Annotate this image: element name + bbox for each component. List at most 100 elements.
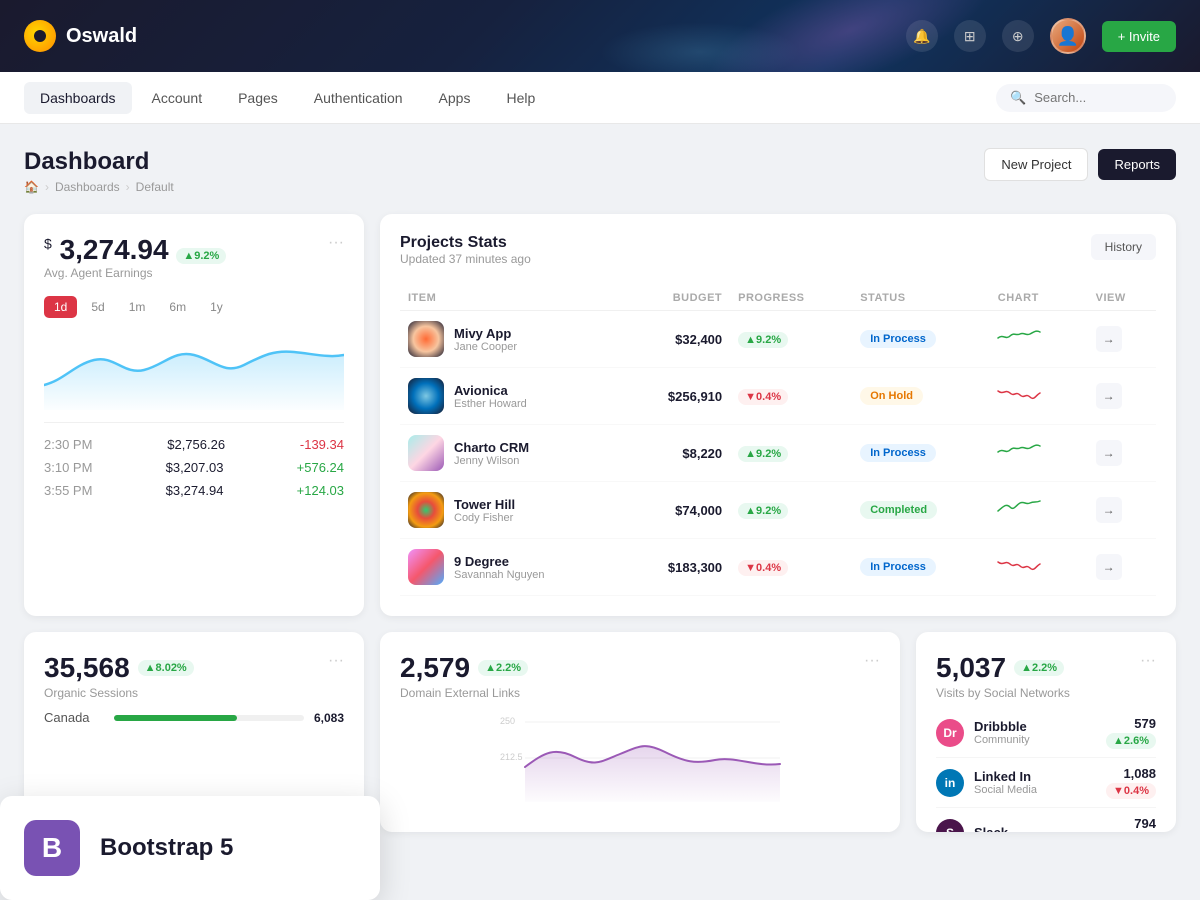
share-icon[interactable]: ⊕ [1002, 20, 1034, 52]
col-budget: BUDGET [626, 286, 730, 311]
earnings-header: $ 3,274.94 ▲9.2% Avg. Agent Earnings ··· [44, 234, 344, 292]
organic-more-icon[interactable]: ··· [328, 652, 344, 670]
reports-button[interactable]: Reports [1098, 149, 1176, 180]
earnings-row-3: 3:55 PM $3,274.94 +124.03 [44, 479, 344, 502]
project-item-0: Mivy App Jane Cooper [400, 311, 626, 368]
notifications-icon[interactable]: 🔔 [906, 20, 938, 52]
social-item-1: in Linked In Social Media 1,088 ▼0.4% [936, 758, 1156, 808]
project-status-4: In Process [852, 539, 990, 596]
project-view-4[interactable]: → [1088, 539, 1156, 596]
social-label: Visits by Social Networks [936, 686, 1070, 700]
tab-5d[interactable]: 5d [81, 296, 114, 318]
project-view-1[interactable]: → [1088, 368, 1156, 425]
project-chart-3 [990, 482, 1088, 539]
domain-more-icon[interactable]: ··· [864, 652, 880, 670]
social-amount: 5,037 ▲2.2% [936, 652, 1070, 684]
view-button-0[interactable]: → [1096, 326, 1122, 352]
project-budget-1: $256,910 [626, 368, 730, 425]
project-item-4: 9 Degree Savannah Nguyen [400, 539, 626, 596]
col-status: STATUS [852, 286, 990, 311]
organic-badge: ▲8.02% [138, 660, 194, 676]
col-progress: PROGRESS [730, 286, 852, 311]
progress-badge-1: ▼0.4% [738, 389, 788, 405]
search-input[interactable] [1034, 90, 1162, 105]
tab-1d[interactable]: 1d [44, 296, 77, 318]
social-stats-2: 794 ▲0.2% [1106, 816, 1156, 832]
amount-3: $3,274.94 [166, 483, 224, 498]
change-2: +576.24 [297, 460, 344, 475]
project-name-0: Mivy App [454, 326, 517, 341]
nav-item-authentication[interactable]: Authentication [298, 82, 419, 114]
breadcrumb-dashboards[interactable]: Dashboards [55, 180, 120, 194]
col-view: VIEW [1088, 286, 1156, 311]
tab-1m[interactable]: 1m [119, 296, 156, 318]
tab-6m[interactable]: 6m [159, 296, 196, 318]
earnings-badge: ▲9.2% [176, 248, 226, 264]
project-chart-1 [990, 368, 1088, 425]
tab-1y[interactable]: 1y [200, 296, 233, 318]
history-button[interactable]: History [1091, 234, 1156, 260]
project-owner-3: Cody Fisher [454, 512, 515, 524]
country-bar [114, 715, 237, 721]
earnings-row-1: 2:30 PM $2,756.26 -139.34 [44, 433, 344, 456]
time-3: 3:55 PM [44, 483, 92, 498]
invite-button[interactable]: + Invite [1102, 21, 1176, 52]
project-thumb-4 [408, 549, 444, 585]
project-owner-4: Savannah Nguyen [454, 569, 545, 581]
sparkline-1 [998, 383, 1048, 407]
view-button-1[interactable]: → [1096, 383, 1122, 409]
project-chart-4 [990, 539, 1088, 596]
new-project-button[interactable]: New Project [984, 148, 1088, 181]
progress-badge-3: ▲9.2% [738, 503, 788, 519]
nav-item-help[interactable]: Help [490, 82, 551, 114]
status-badge-1: On Hold [860, 387, 923, 405]
project-thumb-0 [408, 321, 444, 357]
sparkline-0 [998, 326, 1048, 350]
project-progress-1: ▼0.4% [730, 368, 852, 425]
change-1: -139.34 [300, 437, 344, 452]
more-menu-icon[interactable]: ··· [328, 234, 344, 252]
page-title: Dashboard [24, 148, 174, 176]
domain-amount: 2,579 ▲2.2% [400, 652, 528, 684]
nav-item-apps[interactable]: Apps [423, 82, 487, 114]
earnings-chart [44, 330, 344, 410]
organic-label: Organic Sessions [44, 686, 194, 700]
view-button-4[interactable]: → [1096, 554, 1122, 580]
project-budget-4: $183,300 [626, 539, 730, 596]
project-view-3[interactable]: → [1088, 482, 1156, 539]
social-value-0: 579 [1106, 716, 1156, 731]
app-name: Oswald [66, 25, 137, 48]
social-card: 5,037 ▲2.2% Visits by Social Networks ··… [916, 632, 1176, 832]
project-name-2: Charto CRM [454, 440, 529, 455]
projects-table: ITEM BUDGET PROGRESS STATUS CHART VIEW M… [400, 286, 1156, 596]
social-info-1: Linked In Social Media [974, 769, 1037, 796]
grid-icon[interactable]: ⊞ [954, 20, 986, 52]
social-stats-1: 1,088 ▼0.4% [1106, 766, 1156, 799]
nav-item-pages[interactable]: Pages [222, 82, 294, 114]
domain-badge: ▲2.2% [478, 660, 528, 676]
country-value: 6,083 [314, 711, 344, 725]
domain-chart-svg: 250 212.5 [400, 712, 880, 802]
nav-item-dashboards[interactable]: Dashboards [24, 82, 132, 114]
project-item-1: Avionica Esther Howard [400, 368, 626, 425]
social-info-2: Slack [974, 825, 1008, 832]
earnings-card: $ 3,274.94 ▲9.2% Avg. Agent Earnings ···… [24, 214, 364, 616]
view-button-2[interactable]: → [1096, 440, 1122, 466]
project-view-0[interactable]: → [1088, 311, 1156, 368]
social-item-0: Dr Dribbble Community 579 ▲2.6% [936, 708, 1156, 758]
avatar[interactable]: 👤 [1050, 18, 1086, 54]
nav-item-account[interactable]: Account [136, 82, 219, 114]
project-owner-0: Jane Cooper [454, 341, 517, 353]
project-thumb-3 [408, 492, 444, 528]
project-view-2[interactable]: → [1088, 425, 1156, 482]
social-badge-0: ▲2.6% [1106, 733, 1156, 749]
app-header: Oswald 🔔 ⊞ ⊕ 👤 + Invite [0, 0, 1200, 72]
status-badge-2: In Process [860, 444, 936, 462]
social-more-icon[interactable]: ··· [1140, 652, 1156, 670]
breadcrumb-default: Default [136, 180, 174, 194]
col-chart: CHART [990, 286, 1088, 311]
change-3: +124.03 [297, 483, 344, 498]
view-button-3[interactable]: → [1096, 497, 1122, 523]
project-progress-0: ▲9.2% [730, 311, 852, 368]
project-item-2: Charto CRM Jenny Wilson [400, 425, 626, 482]
